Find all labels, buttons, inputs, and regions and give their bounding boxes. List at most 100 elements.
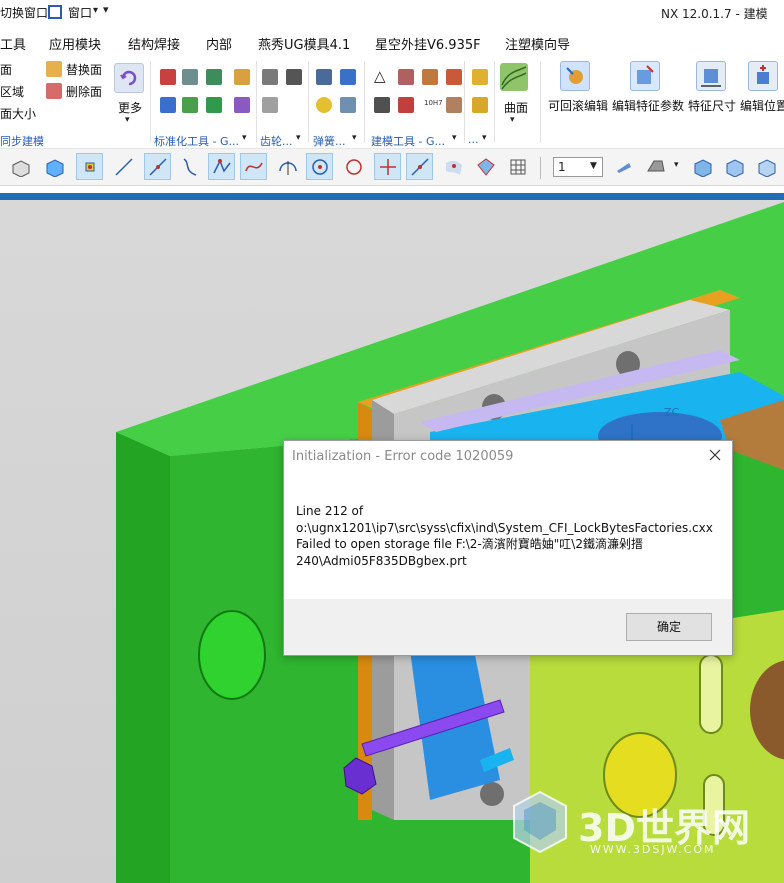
view-solid-icon[interactable] bbox=[6, 153, 33, 180]
chevron-down-icon[interactable]: ▾ bbox=[242, 133, 247, 143]
menu-yanxiu-mold[interactable]: 燕秀UG模具4.1 bbox=[258, 34, 350, 53]
rollback-edit-button[interactable]: 可回滚编辑 bbox=[548, 97, 608, 114]
switch-window-button[interactable]: 切换窗口 bbox=[0, 4, 48, 21]
gear-tool-icon-3[interactable] bbox=[262, 97, 278, 113]
app-title: NX 12.0.1.7 - 建模 bbox=[661, 7, 768, 21]
std-tool-icon-3[interactable] bbox=[206, 69, 222, 85]
ribbon-item-face[interactable]: 面 bbox=[0, 61, 12, 78]
menu-internal[interactable]: 内部 bbox=[206, 34, 232, 53]
spring-tool-icon-3[interactable] bbox=[316, 97, 332, 113]
studio-cube-icon[interactable] bbox=[752, 153, 779, 180]
model-tool-icon-8[interactable] bbox=[446, 97, 462, 113]
ok-button[interactable]: 确定 bbox=[626, 613, 712, 641]
edit-feature-params-icon bbox=[630, 61, 660, 91]
layer-select[interactable]: 1 ▼ bbox=[553, 157, 603, 177]
chevron-down-icon[interactable]: ▾ bbox=[93, 5, 98, 16]
lime-slot bbox=[699, 654, 723, 734]
curve-icon[interactable] bbox=[176, 153, 203, 180]
shaded-edges-icon[interactable] bbox=[642, 153, 669, 180]
more-icon bbox=[114, 63, 144, 93]
std-tool-icon-7[interactable] bbox=[206, 97, 222, 113]
group-label-sync: 同步建模 bbox=[0, 135, 44, 148]
std-tool-icon-1[interactable] bbox=[160, 69, 176, 85]
std-tool-icon-5[interactable] bbox=[160, 97, 176, 113]
feature-dimension-icon bbox=[696, 61, 726, 91]
menu-mold-wizard[interactable]: 注塑模向导 bbox=[505, 34, 570, 53]
window-menu-button[interactable]: 窗口 bbox=[68, 4, 92, 21]
chevron-down-icon[interactable]: ▾ bbox=[452, 133, 457, 143]
chevron-down-icon[interactable]: ▾ bbox=[352, 133, 357, 143]
shaded-cube-icon[interactable] bbox=[720, 153, 747, 180]
dialog-message-line: 240\Admi05F835DBgbex.prt bbox=[296, 553, 467, 568]
ribbon-divider bbox=[464, 61, 465, 143]
gear-tool-icon-1[interactable] bbox=[262, 69, 278, 85]
model-tool-icon-3[interactable] bbox=[422, 69, 438, 85]
line-icon[interactable] bbox=[110, 153, 137, 180]
chevron-down-icon[interactable]: ▾ bbox=[125, 115, 130, 125]
ribbon-item-region[interactable]: 区域 bbox=[0, 83, 24, 100]
circle-center-icon[interactable] bbox=[306, 153, 333, 180]
point-on-face-icon[interactable] bbox=[440, 153, 467, 180]
grid-icon[interactable] bbox=[504, 153, 531, 180]
mold-tool-icon-1[interactable] bbox=[472, 69, 488, 85]
std-tool-icon-6[interactable] bbox=[182, 97, 198, 113]
std-tool-icon-4[interactable] bbox=[234, 69, 250, 85]
gear-tool-icon-2[interactable] bbox=[286, 69, 302, 85]
chevron-down-icon[interactable]: ▾ bbox=[482, 133, 487, 143]
mold-tool-icon-2[interactable] bbox=[472, 97, 488, 113]
group-label-spring: 弹簧... bbox=[313, 135, 346, 148]
chevron-down-icon: ▼ bbox=[590, 161, 597, 171]
replace-face-button[interactable]: 替换面 bbox=[66, 61, 102, 78]
model-tool-icon-5[interactable] bbox=[374, 97, 390, 113]
dialog-message: Line 212 of o:\ugnx1201\ip7\src\syss\cfi… bbox=[296, 503, 716, 569]
std-tool-icon-2[interactable] bbox=[182, 69, 198, 85]
quadrant-point-icon[interactable] bbox=[340, 153, 367, 180]
view-cube-icon[interactable] bbox=[40, 153, 67, 180]
watermark-logo bbox=[510, 790, 570, 856]
spring-tool-icon-2[interactable] bbox=[340, 69, 356, 85]
ribbon-divider bbox=[308, 61, 309, 143]
point-on-curve-icon[interactable] bbox=[406, 153, 433, 180]
intersection-point-icon[interactable] bbox=[374, 153, 401, 180]
menu-structure-weld[interactable]: 结构焊接 bbox=[128, 34, 180, 53]
window-icon bbox=[48, 5, 62, 19]
ribbon-divider bbox=[540, 61, 541, 143]
chevron-down-icon[interactable]: ▾ bbox=[674, 160, 679, 170]
dialog-message-line: o:\ugnx1201\ip7\src\syss\cfix\ind\System… bbox=[296, 520, 713, 535]
arc-center-icon[interactable] bbox=[274, 153, 301, 180]
dialog-message-line: Failed to open storage file F:\2-滴濱附寶皓妯"… bbox=[296, 537, 643, 551]
surface-icon bbox=[500, 63, 528, 91]
ribbon-item-face-size[interactable]: 面大小 bbox=[0, 105, 36, 122]
snap-point-icon[interactable] bbox=[76, 153, 103, 180]
dialog-title: Initialization - Error code 1020059 bbox=[292, 449, 514, 464]
menu-applications[interactable]: 应用模块 bbox=[49, 34, 101, 53]
model-tool-icon-4[interactable] bbox=[446, 69, 462, 85]
bounded-grid-icon[interactable] bbox=[472, 153, 499, 180]
feature-dimension-button[interactable]: 特征尺寸 bbox=[688, 97, 736, 114]
menu-xingkong-plugin[interactable]: 星空外挂V6.935F bbox=[375, 34, 481, 53]
endpoint-icon[interactable] bbox=[144, 153, 171, 180]
edit-position-icon bbox=[748, 61, 778, 91]
triangle-tool-icon[interactable]: △ bbox=[374, 67, 386, 85]
surface-button[interactable]: 曲面 bbox=[504, 99, 528, 116]
move-to-layer-icon[interactable] bbox=[610, 153, 637, 180]
more-button[interactable]: 更多 bbox=[118, 99, 142, 116]
spline-point-icon[interactable] bbox=[240, 153, 267, 180]
std-tool-icon-8[interactable] bbox=[234, 97, 250, 113]
tolerance-badge[interactable]: 10H7 bbox=[424, 99, 443, 107]
model-tool-icon-2[interactable] bbox=[398, 69, 414, 85]
customize-qat-icon[interactable]: ▾ bbox=[103, 3, 109, 16]
wireframe-cube-icon[interactable] bbox=[688, 153, 715, 180]
edit-position-button[interactable]: 编辑位置 bbox=[740, 97, 784, 114]
delete-face-icon bbox=[46, 83, 62, 99]
polyline-point-icon[interactable] bbox=[208, 153, 235, 180]
spring-tool-icon-1[interactable] bbox=[316, 69, 332, 85]
edit-feature-params-button[interactable]: 编辑特征参数 bbox=[612, 97, 684, 114]
chevron-down-icon[interactable]: ▾ bbox=[296, 133, 301, 143]
delete-face-button[interactable]: 删除面 bbox=[66, 83, 102, 100]
menu-tools[interactable]: 工具 bbox=[0, 34, 26, 53]
model-tool-icon-6[interactable] bbox=[398, 97, 414, 113]
spring-tool-icon-4[interactable] bbox=[340, 97, 356, 113]
chevron-down-icon[interactable]: ▾ bbox=[510, 115, 515, 125]
close-icon[interactable] bbox=[706, 446, 724, 464]
